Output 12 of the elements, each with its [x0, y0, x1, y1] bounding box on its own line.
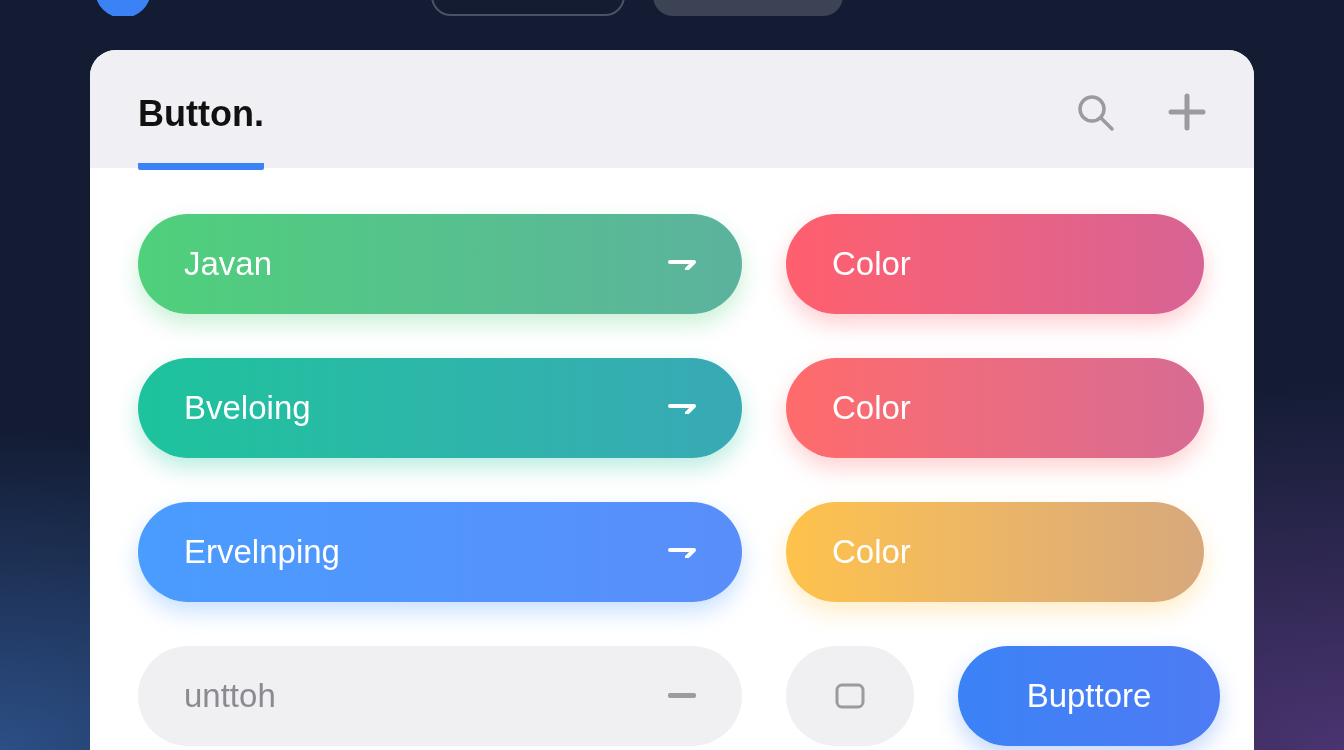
gradient-button[interactable]: Color — [786, 358, 1204, 458]
plus-icon[interactable] — [1168, 93, 1206, 131]
tab[interactable]: Button. — [138, 93, 264, 170]
gradient-button[interactable]: Color — [786, 214, 1204, 314]
button[interactable]: Bupttore — [958, 646, 1220, 746]
gradient-button[interactable]: Javan — [138, 214, 742, 314]
gradient-button[interactable]: Color — [786, 502, 1204, 602]
gradient-button[interactable]: Ervelnping — [138, 502, 742, 602]
square-icon — [835, 683, 865, 709]
minus-icon — [668, 693, 696, 699]
search-icon[interactable] — [1076, 93, 1116, 133]
gradient-button[interactable]: Bveloing — [138, 358, 742, 458]
